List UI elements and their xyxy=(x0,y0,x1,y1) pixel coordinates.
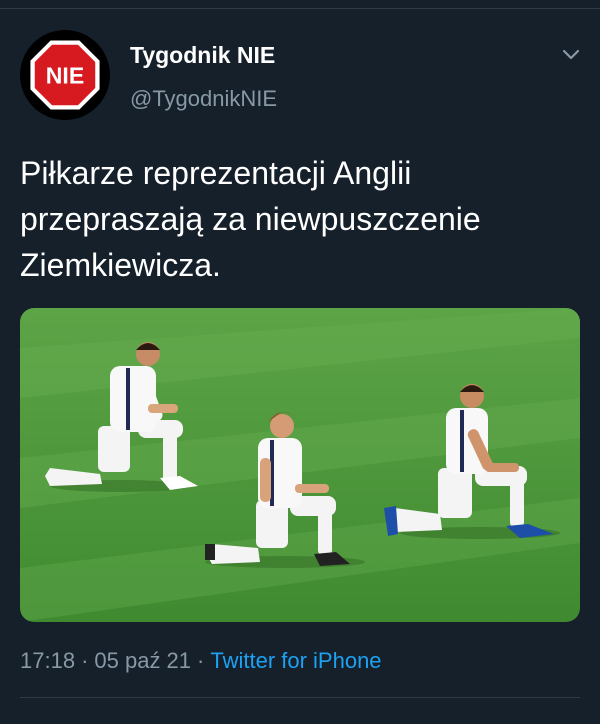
tweet-source-link[interactable]: Twitter for iPhone xyxy=(210,648,381,673)
chevron-down-icon[interactable] xyxy=(560,44,582,66)
photo-of-kneeling-football-players xyxy=(20,308,580,622)
tweet-text: Piłkarze reprezentacji Anglii przeprasza… xyxy=(20,155,481,283)
tweet-meta: 17:18 · 05 paź 21 · Twitter for iPhone xyxy=(20,648,382,674)
separator: · xyxy=(197,648,205,673)
avatar-logo-text: NIE xyxy=(46,63,84,89)
separator: · xyxy=(81,648,89,673)
bottom-divider xyxy=(20,697,580,698)
top-divider xyxy=(0,8,600,9)
tweet-time[interactable]: 17:18 xyxy=(20,648,75,673)
tweet-date[interactable]: 05 paź 21 xyxy=(94,648,191,673)
author-name[interactable]: Tygodnik NIE xyxy=(130,42,275,69)
author-handle[interactable]: @TygodnikNIE xyxy=(130,86,277,112)
tweet-photo[interactable] xyxy=(20,308,580,622)
stop-sign-logo: NIE xyxy=(30,40,100,110)
avatar[interactable]: NIE xyxy=(20,30,110,120)
